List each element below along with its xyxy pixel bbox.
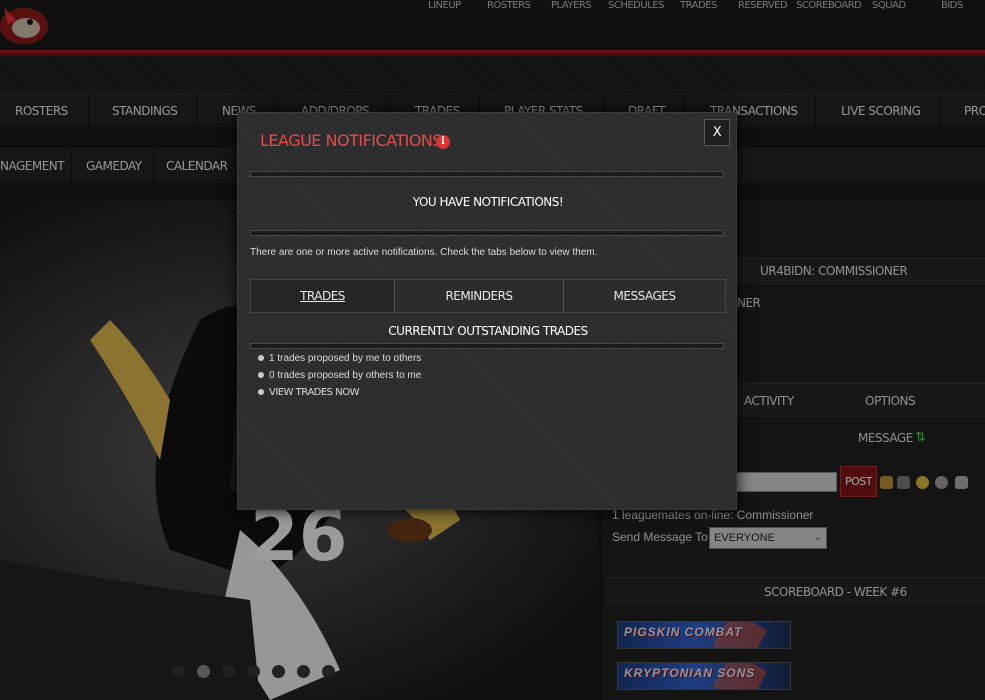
close-button[interactable]: X (704, 119, 730, 146)
divider (250, 230, 724, 236)
view-trades-text[interactable]: VIEW TRADES NOW (269, 387, 359, 398)
modal-title: LEAGUE NOTIFICATIONS (260, 131, 443, 150)
tab-messages[interactable]: MESSAGES (564, 280, 725, 312)
trade-line-text: 0 trades proposed by others to me (269, 370, 422, 381)
notifications-description: There are one or more active notificatio… (250, 247, 598, 258)
notification-tabs: TRADES REMINDERS MESSAGES (250, 279, 726, 313)
notifications-modal: LEAGUE NOTIFICATIONS i X YOU HAVE NOTIFI… (237, 112, 737, 510)
tab-trades[interactable]: TRADES (251, 280, 395, 312)
info-icon[interactable]: i (436, 135, 450, 149)
tab-reminders[interactable]: REMINDERS (395, 280, 564, 312)
divider (250, 171, 724, 177)
notifications-heading: YOU HAVE NOTIFICATIONS! (412, 195, 564, 209)
outstanding-trades-title: CURRENTLY OUTSTANDING TRADES (388, 324, 588, 338)
view-trades-link[interactable]: VIEW TRADES NOW (258, 387, 359, 398)
trade-line: 1 trades proposed by me to others (258, 353, 421, 364)
trade-line-text: 1 trades proposed by me to others (269, 353, 422, 364)
divider (250, 343, 724, 349)
trade-line: 0 trades proposed by others to me (258, 370, 421, 381)
